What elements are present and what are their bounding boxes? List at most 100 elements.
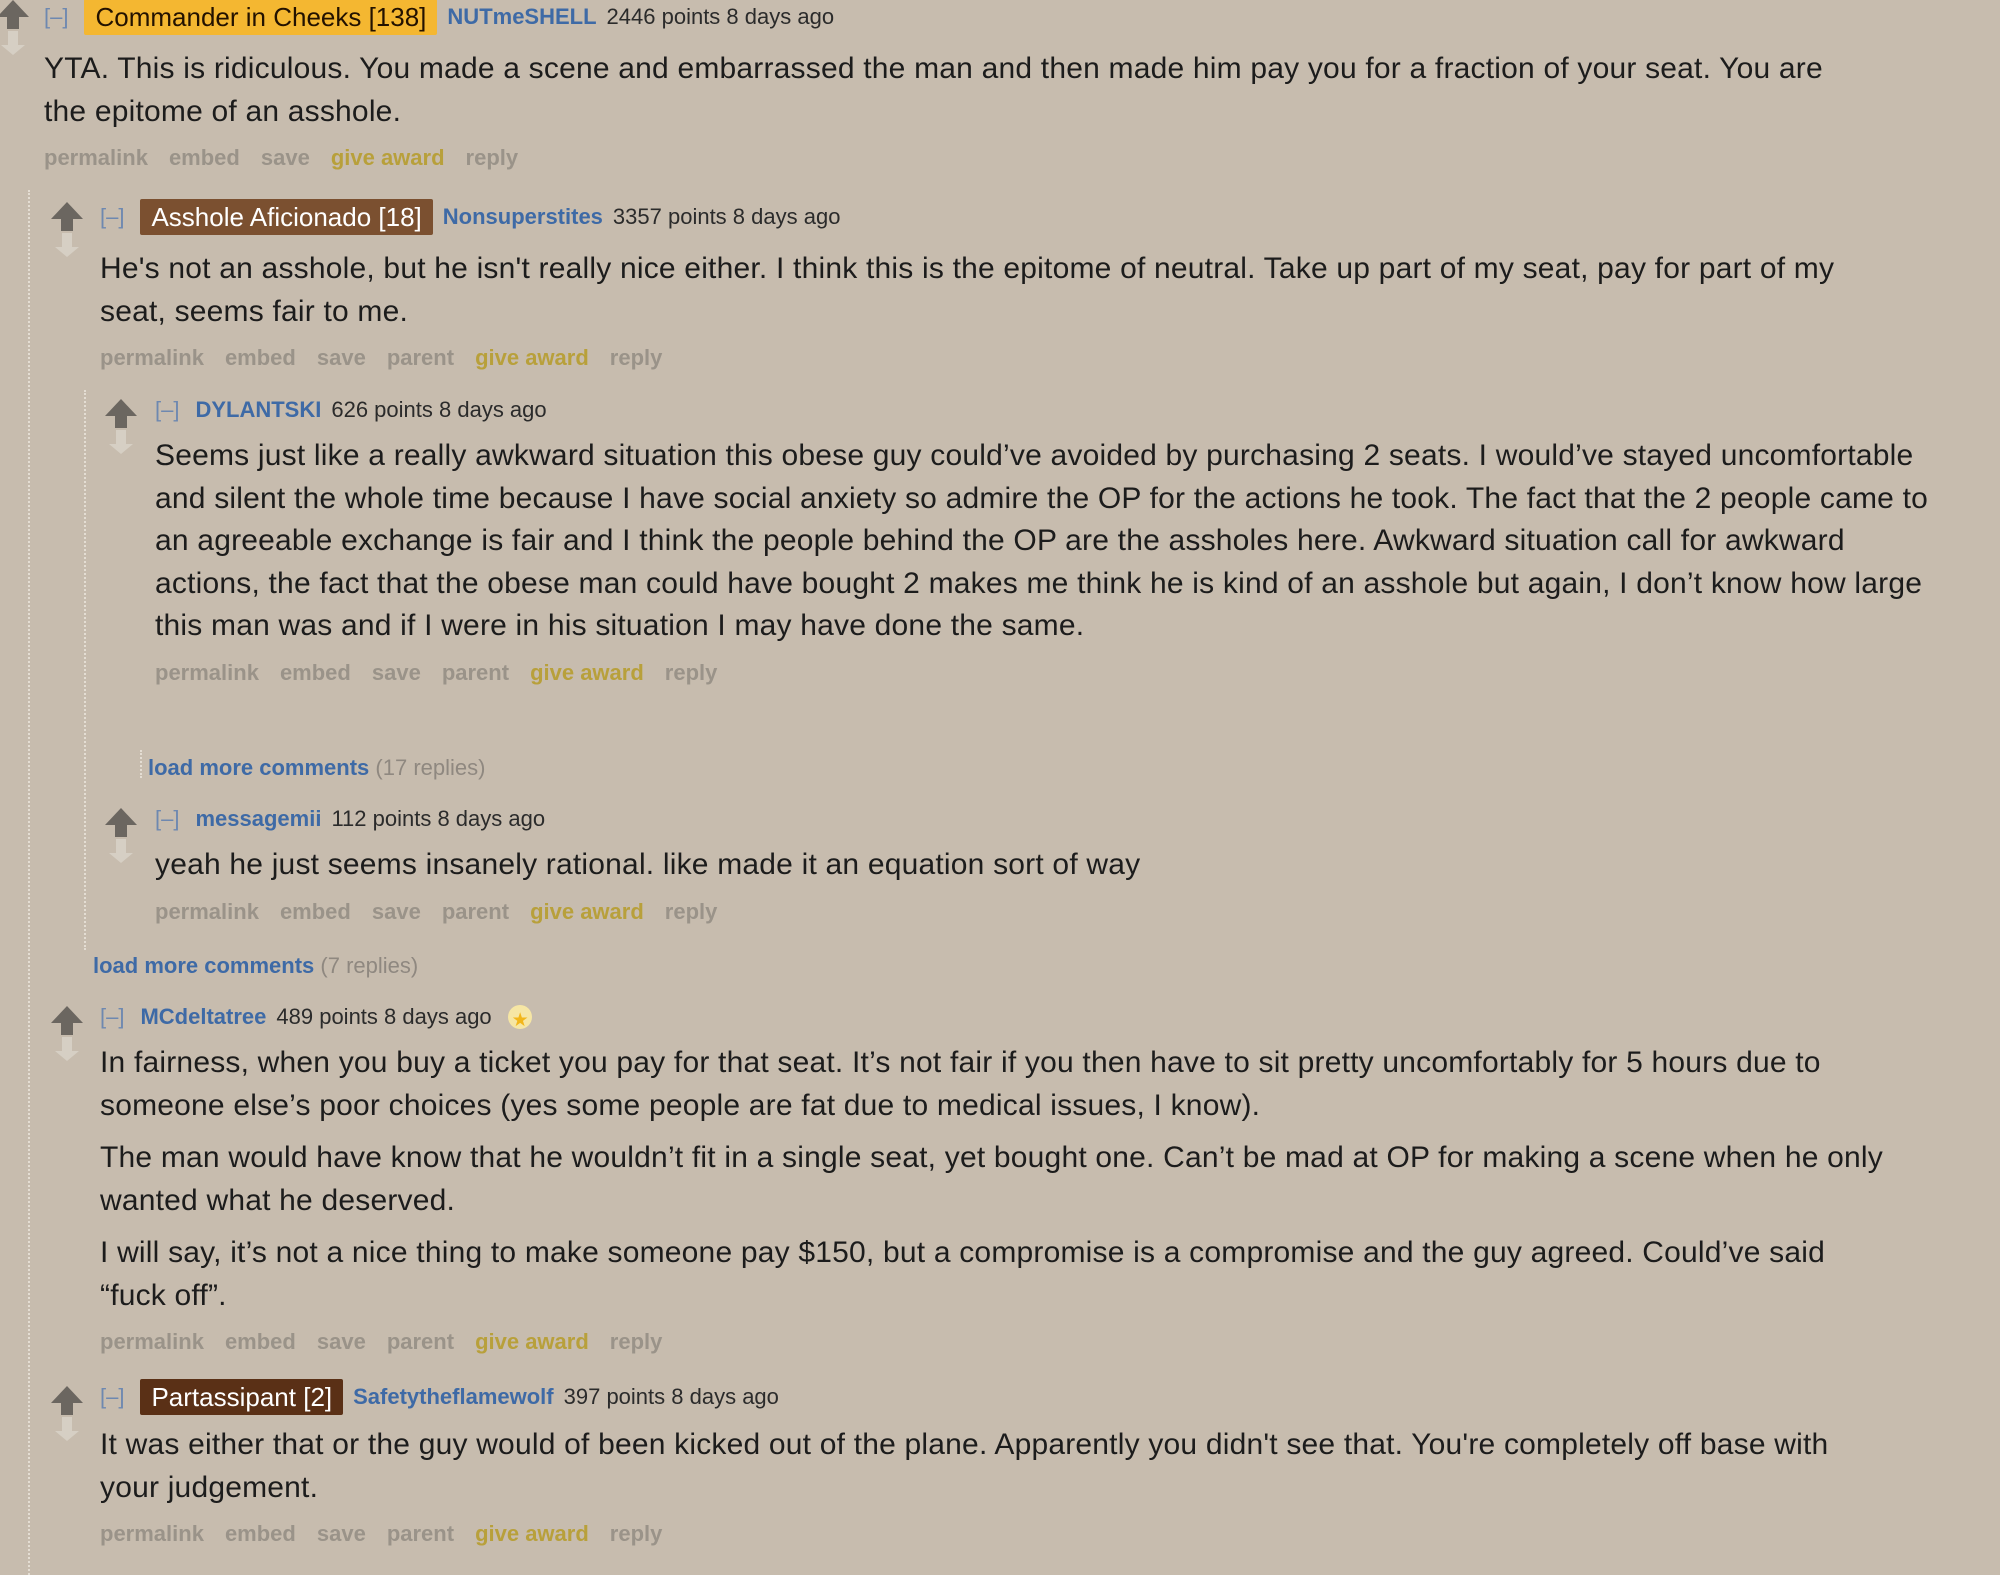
reply-button[interactable]: reply	[610, 343, 663, 373]
comment-paragraph: He's not an asshole, but he isn't really…	[100, 252, 1835, 328]
collapse-toggle[interactable]: [–]	[100, 1000, 124, 1034]
embed-button[interactable]: embed	[225, 343, 296, 373]
collapse-toggle[interactable]: [–]	[100, 200, 124, 234]
upvote-arrow-icon[interactable]	[105, 399, 137, 416]
downvote-arrow-icon[interactable]	[109, 839, 133, 863]
save-button[interactable]: save	[317, 1327, 366, 1357]
vote-arrows	[50, 1386, 84, 1441]
load-more-link[interactable]: load more comments	[148, 755, 369, 780]
comment-tagline: [–] Partassipant [2] Safetytheflamewolf …	[100, 1379, 1890, 1415]
collapse-toggle[interactable]: [–]	[100, 1380, 124, 1414]
save-button[interactable]: save	[372, 897, 421, 927]
upvote-arrow-icon[interactable]	[105, 808, 137, 825]
upvote-arrow-stem	[61, 1023, 73, 1035]
vote-arrows	[50, 1006, 84, 1061]
comment-buttons: permalink embed save parent give award r…	[100, 343, 1890, 373]
downvote-arrow-icon[interactable]	[55, 1417, 79, 1441]
reply-count: (17 replies)	[375, 755, 486, 780]
upvote-arrow-icon[interactable]	[0, 0, 29, 17]
parent-button[interactable]: parent	[442, 897, 509, 927]
comment-tagline: [–] MCdeltatree 489 points 8 days ago	[100, 1000, 1890, 1037]
upvote-arrow-icon[interactable]	[51, 1006, 83, 1023]
comment-tagline: [–] Commander in Cheeks [138] NUTmeSHELL…	[44, 0, 1844, 35]
give-award-button[interactable]: give award	[530, 897, 644, 927]
give-award-button[interactable]: give award	[331, 143, 445, 173]
reply-button[interactable]: reply	[610, 1519, 663, 1549]
comment-body: He's not an asshole, but he isn't really…	[100, 248, 1890, 333]
permalink-button[interactable]: permalink	[155, 897, 259, 927]
comment-body: It was either that or the guy would of b…	[100, 1424, 1890, 1509]
author-link[interactable]: Nonsuperstites	[443, 200, 603, 234]
reply-button[interactable]: reply	[610, 1327, 663, 1357]
downvote-arrow-icon[interactable]	[109, 430, 133, 454]
embed-button[interactable]: embed	[280, 897, 351, 927]
score-and-time: 3357 points 8 days ago	[612, 204, 841, 229]
gilded-star-icon	[507, 1003, 532, 1037]
author-link[interactable]: MCdeltatree	[140, 1000, 266, 1034]
permalink-button[interactable]: permalink	[100, 1327, 204, 1357]
vote-arrows	[104, 399, 138, 454]
comment-paragraph: The man would have know that he wouldn’t…	[100, 1141, 1883, 1217]
author-link[interactable]: NUTmeSHELL	[447, 0, 596, 34]
comment-paragraph: In fairness, when you buy a ticket you p…	[100, 1046, 1821, 1122]
comment-body: In fairness, when you buy a ticket you p…	[100, 1042, 1890, 1317]
give-award-button[interactable]: give award	[475, 343, 589, 373]
upvote-arrow-stem	[61, 219, 73, 231]
comment-tagline: [–] messagemii 112 points 8 days ago	[155, 802, 1935, 836]
give-award-button[interactable]: give award	[530, 658, 644, 688]
downvote-arrow-icon[interactable]	[55, 1037, 79, 1061]
reply-button[interactable]: reply	[466, 143, 519, 173]
collapse-toggle[interactable]: [–]	[155, 393, 179, 427]
comment-tagline: [–] DYLANTSKI 626 points 8 days ago	[155, 393, 1935, 427]
comment-body: YTA. This is ridiculous. You made a scen…	[44, 48, 1844, 133]
reply-button[interactable]: reply	[665, 658, 718, 688]
give-award-button[interactable]: give award	[475, 1519, 589, 1549]
collapse-toggle[interactable]: [–]	[155, 802, 179, 836]
embed-button[interactable]: embed	[225, 1327, 296, 1357]
permalink-button[interactable]: permalink	[100, 343, 204, 373]
upvote-arrow-icon[interactable]	[51, 202, 83, 219]
author-link[interactable]: messagemii	[195, 802, 321, 836]
collapse-toggle[interactable]: [–]	[44, 0, 68, 34]
reply-count: (7 replies)	[320, 953, 419, 978]
score-and-time: 2446 points 8 days ago	[606, 4, 835, 29]
load-more-link[interactable]: load more comments	[93, 953, 314, 978]
comment-body: Seems just like a really awkward situati…	[155, 435, 1935, 648]
comment-buttons: permalink embed save parent give award r…	[155, 658, 1935, 688]
save-button[interactable]: save	[317, 343, 366, 373]
comment-buttons: permalink embed save parent give award r…	[155, 897, 1935, 927]
score-and-time: 626 points 8 days ago	[331, 397, 547, 422]
downvote-arrow-icon[interactable]	[55, 233, 79, 257]
save-button[interactable]: save	[261, 143, 310, 173]
save-button[interactable]: save	[317, 1519, 366, 1549]
downvote-arrow-icon[interactable]	[1, 31, 25, 55]
parent-button[interactable]: parent	[387, 1519, 454, 1549]
comment-tagline: [–] Asshole Aficionado [18] Nonsuperstit…	[100, 199, 1890, 235]
thread-guide-line	[140, 750, 142, 778]
thread-guide-line	[28, 190, 30, 1575]
give-award-button[interactable]: give award	[475, 1327, 589, 1357]
user-flair: Asshole Aficionado [18]	[140, 199, 433, 235]
permalink-button[interactable]: permalink	[155, 658, 259, 688]
save-button[interactable]: save	[372, 658, 421, 688]
comment-paragraph: I will say, it’s not a nice thing to mak…	[100, 1236, 1825, 1312]
embed-button[interactable]: embed	[280, 658, 351, 688]
upvote-arrow-icon[interactable]	[51, 1386, 83, 1403]
comment-buttons: permalink embed save parent give award r…	[100, 1327, 1890, 1357]
embed-button[interactable]: embed	[169, 143, 240, 173]
thread-guide-line	[84, 390, 86, 950]
parent-button[interactable]: parent	[387, 343, 454, 373]
reply-button[interactable]: reply	[665, 897, 718, 927]
permalink-button[interactable]: permalink	[44, 143, 148, 173]
comment-paragraph: YTA. This is ridiculous. You made a scen…	[44, 52, 1823, 128]
load-more-comments: load more comments (7 replies)	[93, 953, 418, 979]
author-link[interactable]: Safetytheflamewolf	[353, 1380, 554, 1414]
parent-button[interactable]: parent	[442, 658, 509, 688]
author-link[interactable]: DYLANTSKI	[195, 393, 321, 427]
comment-buttons: permalink embed save give award reply	[44, 143, 1844, 173]
embed-button[interactable]: embed	[225, 1519, 296, 1549]
permalink-button[interactable]: permalink	[100, 1519, 204, 1549]
load-more-comments: load more comments (17 replies)	[148, 755, 485, 781]
parent-button[interactable]: parent	[387, 1327, 454, 1357]
score-and-time: 397 points 8 days ago	[563, 1384, 779, 1409]
